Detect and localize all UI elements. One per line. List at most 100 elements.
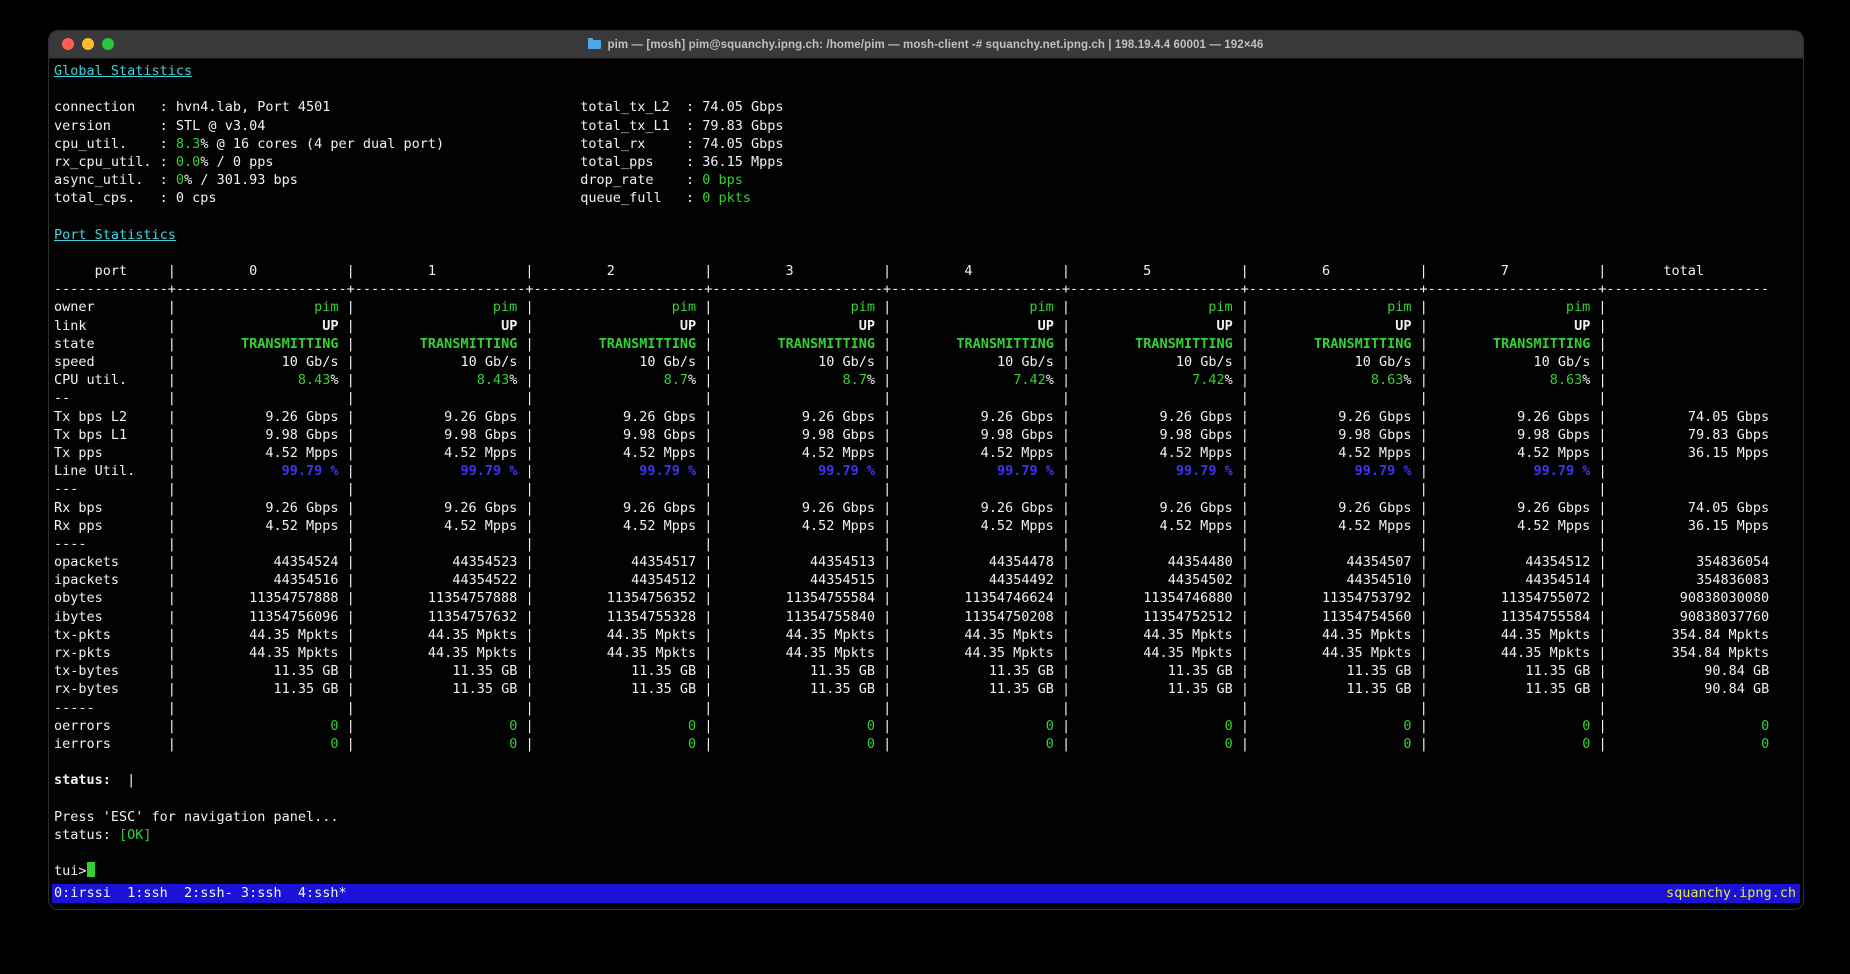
- tmux-status-bar: 0:irssi 1:ssh 2:ssh- 3:ssh 4:ssh* squanc…: [52, 884, 1800, 903]
- table-cell: 9.26 Gbps |: [534, 500, 713, 516]
- stat-label: total_pps :: [580, 154, 702, 170]
- table-cell: 90.84 GB: [1607, 663, 1770, 679]
- table-cell: UP |: [176, 318, 355, 334]
- table-cell: 9.26 Gbps |: [1249, 409, 1428, 425]
- table-cell: 7.42% |: [891, 372, 1070, 388]
- table-cell: 11.35 GB |: [534, 663, 713, 679]
- table-cell: |: [891, 481, 1070, 497]
- table-cell: 0: [1607, 718, 1770, 734]
- table-cell: 44354524 |: [176, 554, 355, 570]
- table-cell: TRANSMITTING |: [1249, 336, 1428, 352]
- stat-right-column: total_tx_L2 : 74.05 Gbps: [580, 98, 783, 116]
- table-cell: 44.35 Mpkts |: [534, 645, 713, 661]
- prompt-line[interactable]: tui>: [52, 862, 1800, 880]
- table-cell: 4.52 Mpps |: [1428, 518, 1607, 534]
- table-cell: 0 |: [176, 718, 355, 734]
- terminal-line: [52, 80, 1800, 98]
- row-label: Tx pps |: [54, 445, 176, 461]
- table-row: oerrors | 0 | 0 | 0 | 0 | 0 | 0 | 0 | 0 …: [52, 717, 1800, 735]
- table-cell: UP |: [1249, 318, 1428, 334]
- table-cell: 4.52 Mpps |: [534, 445, 713, 461]
- titlebar[interactable]: pim — [mosh] pim@squanchy.ipng.ch: /home…: [49, 31, 1803, 59]
- table-cell: 11354746880 |: [1070, 590, 1249, 606]
- terminal-screen[interactable]: Global Statistics connection : hvn4.lab, …: [52, 59, 1800, 884]
- table-cell: 4.52 Mpps |: [355, 518, 534, 534]
- table-cell: 9.98 Gbps |: [1249, 427, 1428, 443]
- stat-value: % / 301.93 bps: [184, 172, 298, 188]
- table-cell: 0 |: [891, 736, 1070, 752]
- table-cell: |: [1249, 481, 1428, 497]
- table-cell: UP |: [1428, 318, 1607, 334]
- table-cell: TRANSMITTING |: [891, 336, 1070, 352]
- stat-value: % / 0 pps: [200, 154, 273, 170]
- table-cell: 36.15 Mpps: [1607, 518, 1770, 534]
- table-cell: |: [1249, 390, 1428, 406]
- table-cell: |: [891, 536, 1070, 552]
- row-label: --- |: [54, 481, 176, 497]
- table-cell: 9.26 Gbps |: [1070, 409, 1249, 425]
- table-separator: --------------+---------------------+---…: [52, 280, 1800, 298]
- row-label: opackets |: [54, 554, 176, 570]
- tmux-window-list[interactable]: 0:irssi 1:ssh 2:ssh- 3:ssh 4:ssh*: [54, 884, 347, 903]
- terminal-line: [52, 844, 1800, 862]
- table-cell: 10 Gb/s |: [712, 354, 891, 370]
- table-cell: [1607, 372, 1770, 388]
- table-cell: 9.98 Gbps |: [176, 427, 355, 443]
- tmux-hostname: squanchy.ipng.ch: [1666, 884, 1796, 903]
- table-cell: [1607, 481, 1770, 497]
- table-row: Tx pps | 4.52 Mpps | 4.52 Mpps | 4.52 Mp…: [52, 444, 1800, 462]
- stat-value: hvn4.lab, Port 4501: [176, 99, 330, 115]
- table-row: ibytes | 11354756096 | 11354757632 | 113…: [52, 608, 1800, 626]
- row-label: oerrors |: [54, 718, 176, 734]
- table-cell: 0 |: [712, 718, 891, 734]
- table-cell: 354.84 Mpkts: [1607, 627, 1770, 643]
- table-cell: 11.35 GB |: [891, 681, 1070, 697]
- table-cell: 44354516 |: [176, 572, 355, 588]
- table-cell: |: [891, 700, 1070, 716]
- table-cell: UP |: [355, 318, 534, 334]
- table-cell: 44354523 |: [355, 554, 534, 570]
- table-cell: 11354755072 |: [1428, 590, 1607, 606]
- table-cell: pim |: [1070, 299, 1249, 315]
- table-cell: 8.7% |: [712, 372, 891, 388]
- terminal-line: [52, 244, 1800, 262]
- table-cell: 44.35 Mpkts |: [176, 627, 355, 643]
- table-cell: 90838037760: [1607, 609, 1770, 625]
- table-cell: [1607, 700, 1770, 716]
- row-label: ierrors |: [54, 736, 176, 752]
- table-cell: 90838030080: [1607, 590, 1770, 606]
- table-row: CPU util. | 8.43% | 8.43% | 8.7% | 8.7% …: [52, 371, 1800, 389]
- table-cell: 0 |: [1428, 718, 1607, 734]
- table-cell: 9.26 Gbps |: [355, 500, 534, 516]
- table-cell: TRANSMITTING |: [1428, 336, 1607, 352]
- terminal-line: [52, 753, 1800, 771]
- terminal-line: [52, 790, 1800, 808]
- table-cell: 44354510 |: [1249, 572, 1428, 588]
- table-cell: |: [176, 481, 355, 497]
- table-cell: [1607, 336, 1770, 352]
- table-cell: 9.26 Gbps |: [534, 409, 713, 425]
- table-row: ---- | | | | | | | | |: [52, 535, 1800, 553]
- table-cell: 11.35 GB |: [534, 681, 713, 697]
- table-cell: 11.35 GB |: [176, 681, 355, 697]
- table-cell: 99.79 % |: [355, 463, 534, 479]
- table-cell: |: [176, 700, 355, 716]
- stat-value: 36.15 Mpps: [702, 154, 783, 170]
- stat-line: rx_cpu_util. : 0.0% / 0 ppstotal_pps : 3…: [52, 153, 1800, 171]
- table-cell: 44.35 Mpkts |: [712, 627, 891, 643]
- stat-line: connection : hvn4.lab, Port 4501total_tx…: [52, 98, 1800, 116]
- table-cell: 0 |: [355, 718, 534, 734]
- stat-label: rx_cpu_util. :: [54, 154, 176, 170]
- stat-line: async_util. : 0% / 301.93 bpsdrop_rate :…: [52, 171, 1800, 189]
- table-cell: 10 Gb/s |: [891, 354, 1070, 370]
- section-heading: Global Statistics: [52, 62, 1800, 80]
- table-row: opackets | 44354524 | 44354523 | 4435451…: [52, 553, 1800, 571]
- table-cell: 9.26 Gbps |: [176, 500, 355, 516]
- stat-right-column: total_tx_L1 : 79.83 Gbps: [580, 117, 783, 135]
- table-cell: 9.26 Gbps |: [355, 409, 534, 425]
- table-cell: TRANSMITTING |: [1070, 336, 1249, 352]
- table-cell: 354836054: [1607, 554, 1770, 570]
- table-row: link | UP | UP | UP | UP | UP | UP | UP …: [52, 317, 1800, 335]
- stat-label: total_rx :: [580, 136, 702, 152]
- table-cell: TRANSMITTING |: [355, 336, 534, 352]
